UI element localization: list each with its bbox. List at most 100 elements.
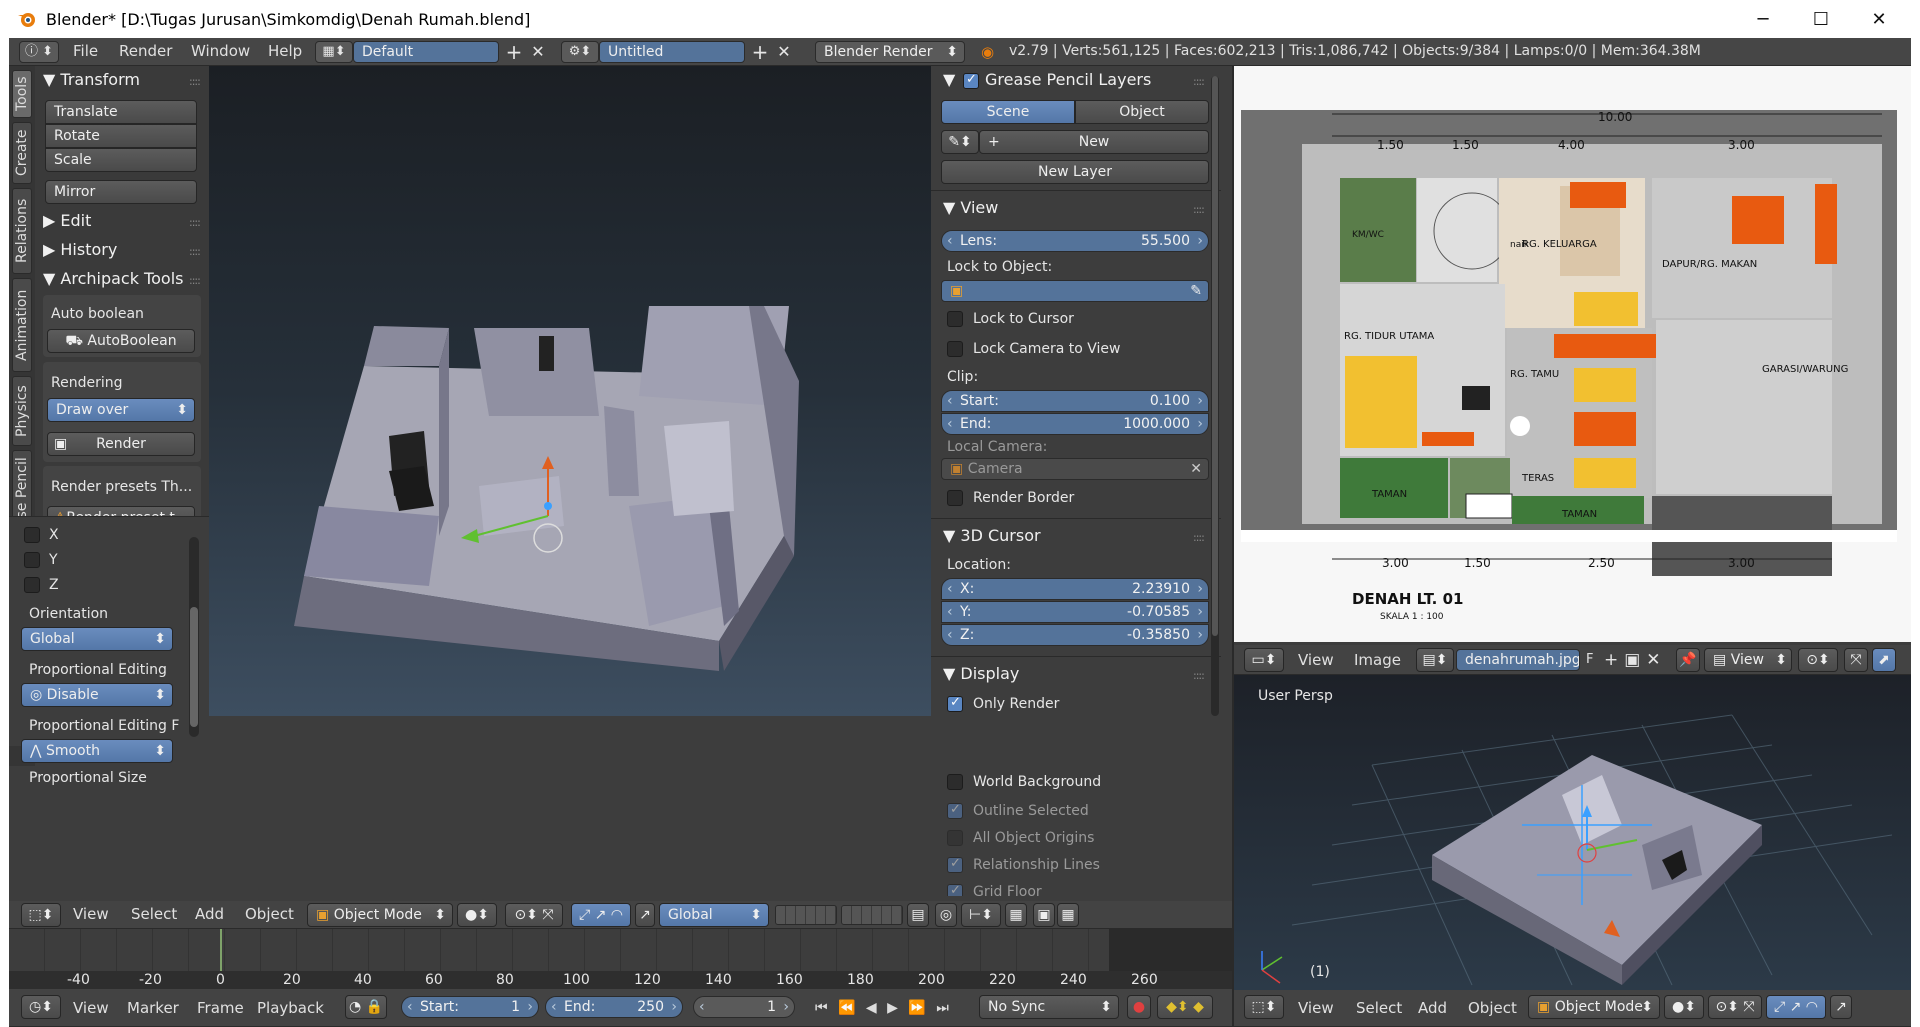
mirror-button[interactable]: Mirror bbox=[45, 180, 197, 204]
cursor-x-field[interactable]: X: 2.23910 bbox=[941, 578, 1209, 600]
frame-start-field[interactable]: Start: 1 bbox=[401, 996, 539, 1018]
axis-y-checkbox[interactable] bbox=[24, 552, 40, 568]
cursor-y-field[interactable]: Y: -0.70585 bbox=[941, 601, 1209, 623]
lock-camera-checkbox[interactable] bbox=[947, 341, 963, 357]
cursor-z-field[interactable]: Z: -0.35850 bbox=[941, 624, 1209, 646]
menu-render[interactable]: Render bbox=[119, 38, 172, 64]
new-layer-button[interactable]: New Layer bbox=[941, 160, 1209, 184]
gp-scene-tab[interactable]: Scene bbox=[941, 100, 1075, 124]
gp-layers-header[interactable]: ▼ bbox=[943, 68, 955, 92]
manipulator2-icons[interactable]: ⤢ ↗ ◠ bbox=[1766, 995, 1826, 1019]
editor-type-icon[interactable]: ⬚⬍ bbox=[21, 903, 61, 927]
minimize-button[interactable]: ─ bbox=[1734, 0, 1792, 38]
timeline-editor-icon[interactable]: ◷⬍ bbox=[21, 995, 61, 1019]
drag-handle-icon[interactable]: :::: bbox=[189, 246, 207, 257]
autoboolean-button[interactable]: ⛟ AutoBoolean bbox=[47, 329, 195, 353]
opengl-anim-icon[interactable]: ▦ bbox=[1057, 903, 1079, 927]
keyframe-icons[interactable]: ◆⬍ ◆ bbox=[1157, 995, 1213, 1019]
snap-icon[interactable]: ⊢⬍ bbox=[961, 903, 1001, 927]
add-scene-icon[interactable]: + bbox=[749, 40, 771, 64]
sync-select[interactable]: No Sync ⬍ bbox=[979, 995, 1119, 1019]
tab-create[interactable]: Create bbox=[12, 122, 32, 184]
manipulator-icons[interactable]: ⤢ ↗ ◠ bbox=[571, 903, 631, 927]
layout-icon[interactable]: ▦⬍ bbox=[315, 41, 353, 63]
image-browse-icon[interactable]: ▤⬍ bbox=[1416, 648, 1454, 672]
shading2-icon[interactable]: ●⬍ bbox=[1664, 995, 1704, 1019]
3d-viewport-main[interactable] bbox=[209, 66, 931, 716]
menu-window[interactable]: Window bbox=[191, 38, 250, 64]
all-origins-checkbox[interactable] bbox=[947, 830, 963, 846]
viewport-menu-view[interactable]: View bbox=[73, 901, 109, 927]
layout-name-field[interactable]: Default bbox=[353, 41, 499, 63]
opengl-render-icon[interactable]: ▣ bbox=[1033, 903, 1055, 927]
display-header[interactable]: ▼ Display bbox=[943, 662, 1019, 686]
lens-field[interactable]: Lens: 55.500 bbox=[941, 230, 1209, 252]
fake-user-button[interactable]: F bbox=[1586, 647, 1593, 673]
timeline-menu-frame[interactable]: Frame bbox=[197, 995, 244, 1021]
timeline-menu-playback[interactable]: Playback bbox=[257, 995, 324, 1021]
shading-icon[interactable]: ●⬍ bbox=[457, 903, 497, 927]
drag-handle-icon[interactable]: :::: bbox=[189, 275, 207, 286]
grid-floor-checkbox[interactable] bbox=[947, 883, 963, 896]
world-bg-checkbox[interactable] bbox=[947, 774, 963, 790]
drag-handle-icon[interactable]: :::: bbox=[189, 76, 207, 87]
preview-range-icon[interactable]: ◔ 🔒 bbox=[345, 995, 387, 1019]
uv-edit-icon[interactable]: ⬈ bbox=[1872, 648, 1896, 672]
timeline-menu-marker[interactable]: Marker bbox=[127, 995, 179, 1021]
axis-z-checkbox[interactable] bbox=[24, 577, 40, 593]
local-camera-field[interactable]: ▣ Camera ✕ bbox=[941, 458, 1209, 480]
tab-tools[interactable]: Tools bbox=[12, 70, 32, 118]
orientation-header-select[interactable]: Global ⬍ bbox=[659, 903, 769, 927]
pencil-icon[interactable]: ✎⬍ bbox=[941, 130, 979, 154]
image-new-open-icons[interactable]: +▣✕ bbox=[1604, 648, 1668, 672]
mode-select[interactable]: ▣ Object Mode ⬍ bbox=[307, 903, 453, 927]
drag-handle-icon[interactable]: :::: bbox=[189, 217, 207, 228]
axis-x-checkbox[interactable] bbox=[24, 527, 40, 543]
record-icon[interactable]: ● bbox=[1127, 995, 1151, 1019]
transform-panel-header[interactable]: ▼ Transform bbox=[43, 68, 140, 92]
only-render-checkbox[interactable] bbox=[947, 695, 963, 712]
archipack-panel-header[interactable]: ▼ Archipack Tools bbox=[43, 267, 183, 291]
drag-handle-icon[interactable]: :::: bbox=[1193, 532, 1211, 543]
rotate-button[interactable]: Rotate bbox=[45, 124, 197, 148]
image-menu-image[interactable]: Image bbox=[1354, 647, 1401, 673]
clip-start-field[interactable]: Start: 0.100 bbox=[941, 390, 1209, 412]
scene-icon[interactable]: ⚙⬍ bbox=[561, 41, 599, 63]
pivot2-icon[interactable]: ⊙⬍ ⤧ bbox=[1708, 995, 1762, 1019]
frame-end-field[interactable]: End: 250 bbox=[545, 996, 683, 1018]
layer-lock-icon[interactable]: ▤ bbox=[907, 903, 929, 927]
remove-scene-icon[interactable]: ✕ bbox=[773, 40, 795, 64]
pivot-snap-icons[interactable]: ⊙⬍ ⤧ bbox=[505, 903, 563, 927]
area-divider[interactable] bbox=[1232, 66, 1234, 1027]
current-frame-field[interactable]: 1 bbox=[693, 996, 795, 1018]
3d-cursor-header[interactable]: ▼ 3D Cursor bbox=[943, 524, 1041, 548]
render-border-checkbox[interactable] bbox=[947, 490, 963, 506]
proportional-icon[interactable]: ◎ bbox=[935, 903, 957, 927]
mode2-select[interactable]: ▣ Object Mode ⬍ bbox=[1528, 995, 1660, 1019]
snap-icon[interactable]: ⤧ bbox=[1844, 648, 1868, 672]
drag-handle-icon[interactable]: :::: bbox=[1193, 76, 1211, 87]
rel-lines-checkbox[interactable] bbox=[947, 856, 963, 873]
translate-button[interactable]: Translate bbox=[45, 100, 197, 124]
tab-physics[interactable]: Physics bbox=[12, 376, 32, 446]
add-layout-icon[interactable]: + bbox=[503, 40, 525, 64]
image-menu-view[interactable]: View bbox=[1298, 647, 1334, 673]
layers-grid[interactable] bbox=[775, 905, 837, 925]
scale-button[interactable]: Scale bbox=[45, 148, 197, 172]
tab-relations[interactable]: Relations bbox=[12, 188, 32, 274]
image-view-select[interactable]: ▤ View ⬍ bbox=[1704, 648, 1792, 672]
tab-animation[interactable]: Animation bbox=[12, 278, 32, 372]
viewport2-menu-select[interactable]: Select bbox=[1356, 995, 1402, 1021]
gp-enable-checkbox[interactable] bbox=[963, 72, 979, 89]
3d-viewport-secondary[interactable]: User Persp (1) bbox=[1232, 675, 1911, 990]
image-name-field[interactable]: denahrumah.jpg bbox=[1456, 649, 1580, 671]
prop-falloff-select[interactable]: ⋀ Smooth ⬍ bbox=[21, 739, 173, 763]
orientation-select[interactable]: Global ⬍ bbox=[21, 627, 173, 651]
playback-controls[interactable]: ⏮ ⏪ ◀ ▶ ⏩ ⏭ bbox=[815, 997, 965, 1019]
remove-layout-icon[interactable]: ✕ bbox=[527, 40, 549, 64]
edit-panel-header[interactable]: ▶ Edit bbox=[43, 209, 91, 233]
maximize-button[interactable]: ☐ bbox=[1792, 0, 1850, 38]
editor2-type-icon[interactable]: ⬚⬍ bbox=[1244, 995, 1284, 1019]
outline-selected-checkbox[interactable] bbox=[947, 802, 963, 819]
scale-manipulator-icon[interactable]: ↗ bbox=[635, 903, 655, 927]
